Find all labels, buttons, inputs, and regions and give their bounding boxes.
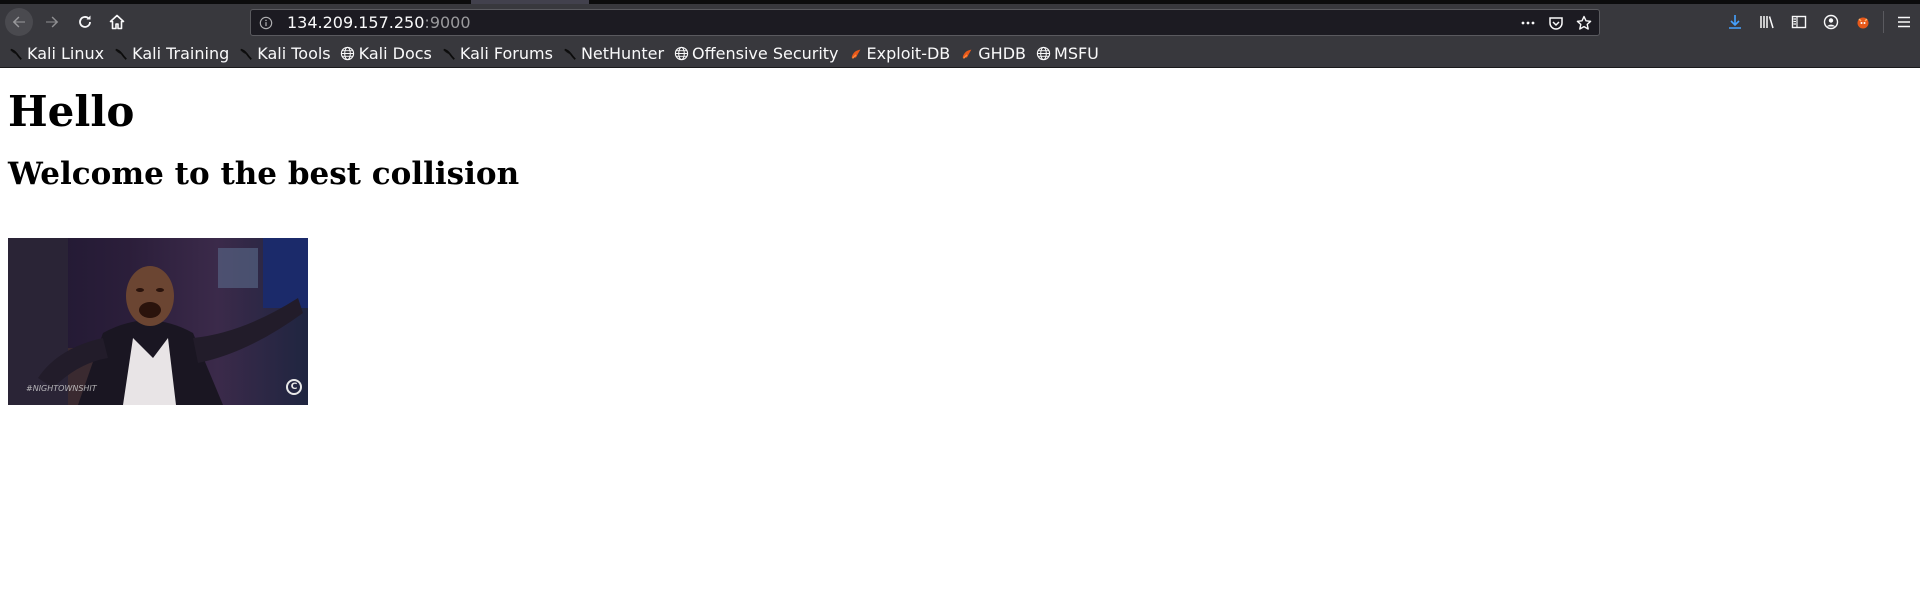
menu-button[interactable] (1888, 8, 1920, 36)
forward-icon (46, 16, 59, 28)
bookmark-label: NetHunter (580, 44, 665, 63)
bookmark-ghdb[interactable]: GHDB (959, 44, 1026, 63)
globe-icon (340, 46, 356, 62)
kali-dragon-icon (562, 46, 578, 62)
bookmark-label: Kali Tools (257, 44, 331, 63)
url-host[interactable]: 134.209.157.250 (287, 13, 424, 32)
bookmark-label: MSFU (1054, 44, 1099, 63)
account-button[interactable] (1815, 8, 1847, 36)
navigation-toolbar: 134.209.157.250:9000 (0, 4, 1920, 40)
bookmark-label: GHDB (978, 44, 1027, 63)
url-port[interactable]: :9000 (424, 13, 470, 32)
download-button[interactable] (1719, 8, 1751, 36)
gif-watermark: #NIGHTOWNSHIT (26, 384, 97, 393)
page-content: Hello Welcome to the best collision #NIG… (0, 88, 1920, 405)
bookmark-kali-docs[interactable]: Kali Docs (340, 44, 432, 63)
bookmark-label: Offensive Security (692, 44, 839, 63)
bookmark-label: Kali Forums (459, 44, 553, 63)
bookmark-label: Exploit-DB (866, 44, 951, 63)
kali-dragon-icon (238, 46, 254, 62)
library-icon (1760, 16, 1774, 29)
extension-button[interactable] (1847, 8, 1879, 36)
bookmark-nethunter[interactable]: NetHunter (562, 44, 664, 63)
page-subheading: Welcome to the best collision (8, 156, 520, 192)
globe-icon (673, 46, 689, 62)
reload-icon (79, 15, 91, 28)
extension-icon (1857, 17, 1869, 29)
forward-button[interactable] (38, 8, 66, 36)
home-button[interactable] (103, 8, 131, 36)
kali-dragon-icon (441, 46, 457, 62)
back-button[interactable] (5, 8, 33, 36)
bookmark-kali-linux[interactable]: Kali Linux (8, 44, 104, 63)
url-bar[interactable]: 134.209.157.250:9000 (250, 9, 1600, 36)
toolbar-right (1719, 8, 1920, 36)
bookmarks-toolbar: Kali Linux Kali Training Kali Tools Kali Do… (0, 40, 1920, 68)
download-icon (1729, 15, 1741, 29)
toolbar-separator (1883, 11, 1884, 33)
comedy-central-logo: C (286, 379, 302, 395)
bookmark-kali-tools[interactable]: Kali Tools (238, 44, 331, 63)
bookmark-kali-forums[interactable]: Kali Forums (441, 44, 553, 63)
library-button[interactable] (1751, 8, 1783, 36)
bookmark-kali-training[interactable]: Kali Training (113, 44, 229, 63)
bookmark-label: Kali Linux (27, 44, 105, 63)
bookmark-star-icon[interactable] (1575, 14, 1593, 32)
reload-button[interactable] (71, 8, 99, 36)
account-icon (1823, 14, 1839, 30)
page-heading: Hello (8, 87, 135, 136)
bookmark-exploit-db[interactable]: Exploit-DB (848, 44, 951, 63)
back-icon (12, 16, 25, 28)
bookmark-msfu[interactable]: MSFU (1035, 44, 1099, 63)
home-icon (109, 14, 125, 30)
kali-dragon-icon (8, 46, 24, 62)
url-actions (1519, 14, 1593, 32)
pocket-icon[interactable] (1547, 14, 1565, 32)
gif-scene (8, 238, 308, 405)
exploitdb-icon (848, 46, 864, 62)
kali-dragon-icon (113, 46, 129, 62)
sidebar-icon (1791, 15, 1807, 29)
globe-icon (1035, 46, 1051, 62)
menu-icon (1898, 16, 1910, 28)
bookmark-label: Kali Docs (358, 44, 432, 63)
animated-gif-image: #NIGHTOWNSHIT C (8, 238, 308, 405)
page-actions-icon[interactable] (1519, 14, 1537, 32)
exploitdb-icon (959, 46, 975, 62)
site-info-icon[interactable] (259, 15, 275, 31)
bookmark-label: Kali Training (132, 44, 230, 63)
sidebar-button[interactable] (1783, 8, 1815, 36)
bookmark-offensive-security[interactable]: Offensive Security (673, 44, 839, 63)
